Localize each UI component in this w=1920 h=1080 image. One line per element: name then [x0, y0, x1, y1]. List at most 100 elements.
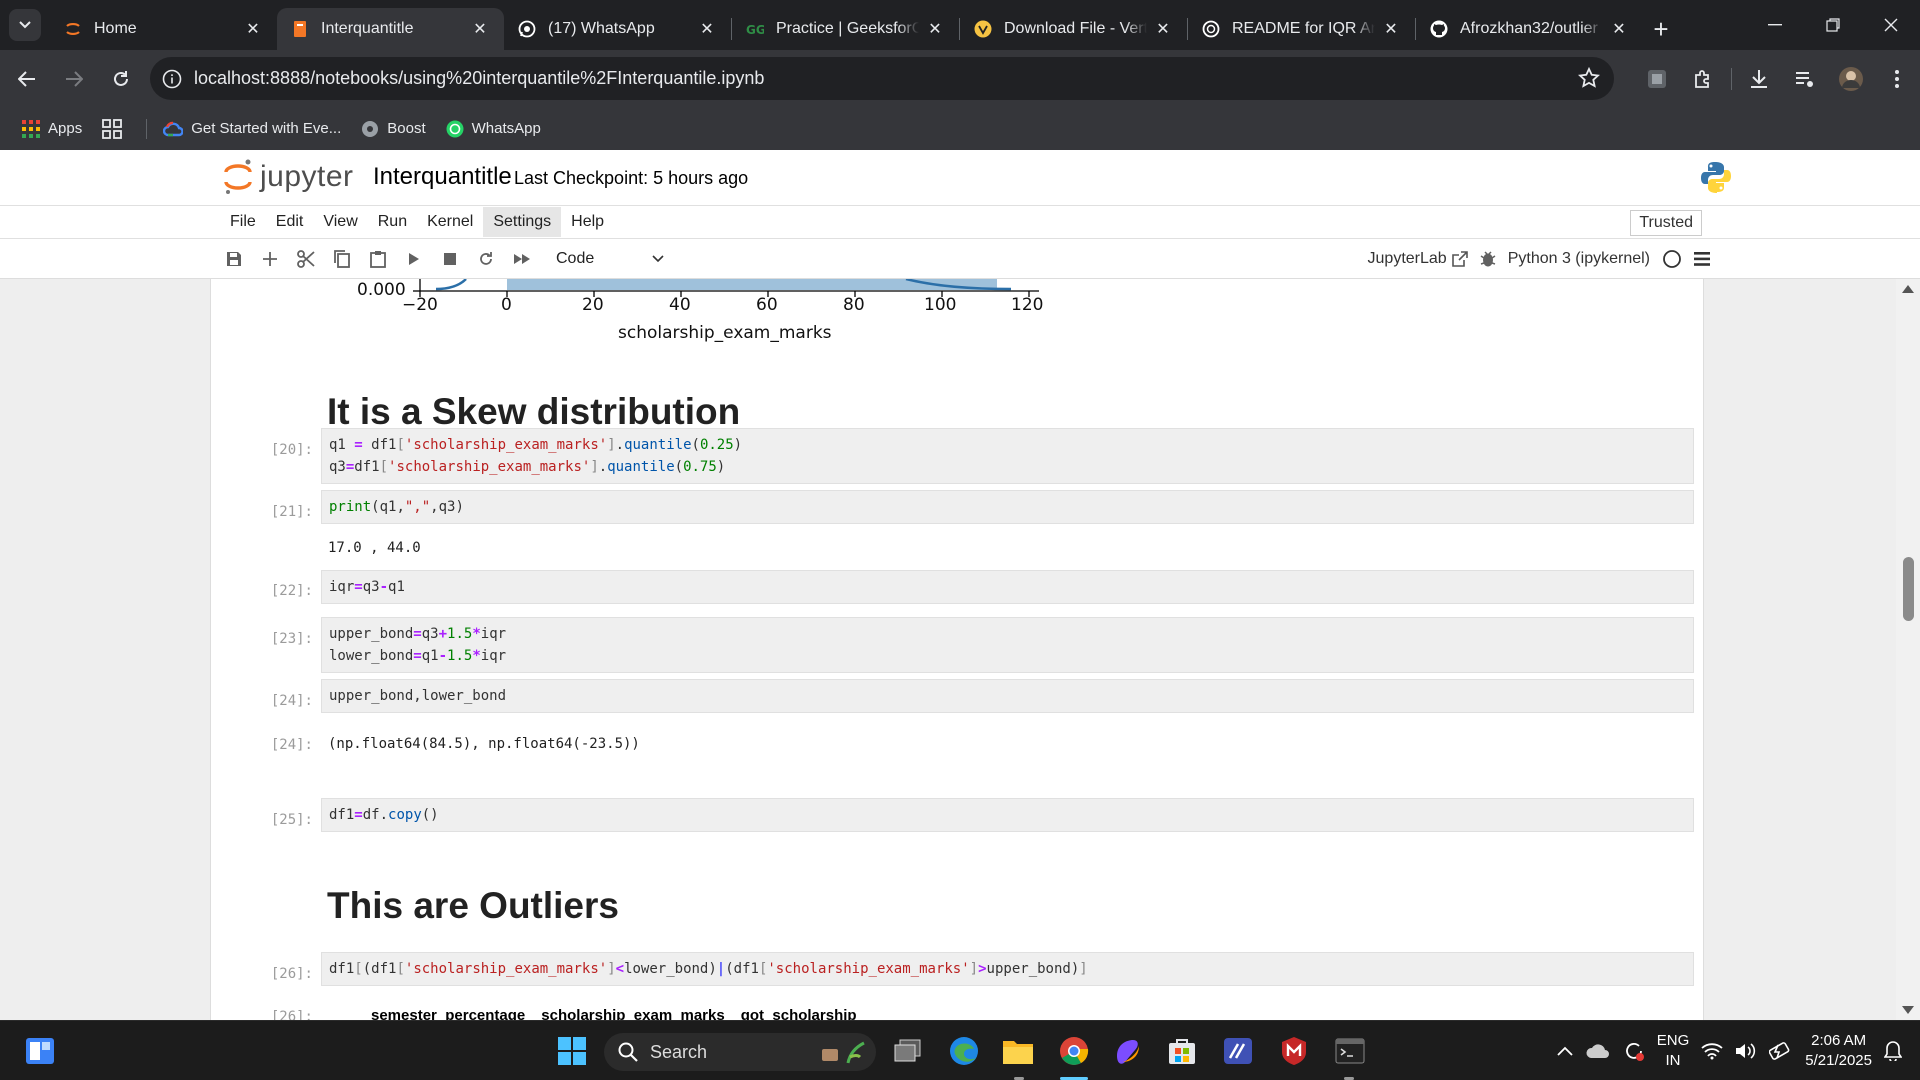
tab-github[interactable]: Afrozkhan32/outlier ✕: [1416, 8, 1643, 50]
sync-error-icon[interactable]: [1623, 1040, 1645, 1062]
forward-button[interactable]: [54, 59, 94, 99]
close-icon[interactable]: ✕: [1381, 19, 1401, 39]
file-explorer-icon[interactable]: [998, 1031, 1038, 1071]
clock-time: 2:06 AM: [1811, 1032, 1867, 1049]
column-header: semester_percentage: [371, 1007, 526, 1020]
close-icon[interactable]: ✕: [470, 19, 490, 39]
media-control-icon[interactable]: [1782, 59, 1828, 99]
tab-search-button[interactable]: [0, 0, 50, 50]
profile-avatar[interactable]: [1828, 59, 1874, 99]
show-hidden-icons-button[interactable]: [1557, 1046, 1573, 1056]
tab-vertopal[interactable]: Download File - Vertopal ✕: [960, 8, 1187, 50]
jupyter-logo[interactable]: jupyter: [224, 158, 354, 196]
browser-toolbar-right: [1634, 50, 1920, 107]
cut-button[interactable]: [288, 244, 324, 274]
info-icon[interactable]: [150, 69, 194, 89]
scroll-up-arrow-icon[interactable]: [1902, 285, 1914, 293]
run-button[interactable]: [396, 244, 432, 274]
menu-run[interactable]: Run: [368, 207, 417, 237]
minimize-button[interactable]: [1746, 0, 1804, 50]
scrollbar-thumb[interactable]: [1903, 557, 1914, 621]
kernel-name[interactable]: Python 3 (ipykernel): [1508, 250, 1650, 268]
jupyterlab-label: JupyterLab: [1367, 250, 1447, 267]
tab-geeksforgeeks[interactable]: GG Practice | GeeksforGeeks ✕: [732, 8, 959, 50]
code-editor[interactable]: upper_bond=q3+1.5*iqr lower_bond=q1-1.5*…: [321, 617, 1694, 673]
bookmark-apps[interactable]: Apps: [22, 119, 82, 138]
windows-start-icon[interactable]: [552, 1031, 592, 1071]
tab-groups-button[interactable]: [102, 118, 130, 139]
input-prompt: [20]:: [270, 442, 313, 458]
address-bar[interactable]: localhost:8888/notebooks/using%20interqu…: [150, 57, 1614, 100]
tab-home[interactable]: Home ✕: [50, 8, 277, 50]
cell-type-select[interactable]: Code: [556, 250, 664, 268]
code-editor[interactable]: df1[(df1['scholarship_exam_marks']<lower…: [321, 952, 1694, 986]
save-button[interactable]: [216, 244, 252, 274]
close-icon[interactable]: ✕: [243, 19, 263, 39]
code-editor[interactable]: df1=df.copy(): [321, 798, 1694, 832]
paste-button[interactable]: [360, 244, 396, 274]
extensions-puzzle-icon[interactable]: [1680, 59, 1726, 99]
close-icon[interactable]: ✕: [697, 19, 717, 39]
bookmark-boost[interactable]: Boost: [361, 120, 426, 138]
menu-edit[interactable]: Edit: [266, 207, 314, 237]
bookmark-google-cloud[interactable]: Get Started with Eve...: [163, 120, 341, 137]
bookmark-whatsapp[interactable]: WhatsApp: [446, 120, 541, 138]
trusted-indicator[interactable]: Trusted: [1630, 210, 1702, 236]
copy-button[interactable]: [324, 244, 360, 274]
menu-kernel[interactable]: Kernel: [417, 207, 483, 237]
menu-help[interactable]: Help: [561, 207, 614, 237]
edge-browser-icon[interactable]: [944, 1031, 984, 1071]
microsoft-store-icon[interactable]: [1162, 1031, 1202, 1071]
tab-whatsapp[interactable]: (17) WhatsApp ✕: [504, 8, 731, 50]
close-window-button[interactable]: [1862, 0, 1920, 50]
x-tick-label: 40: [669, 295, 691, 315]
hamburger-menu-icon[interactable]: [1694, 252, 1710, 266]
volume-icon[interactable]: [1735, 1042, 1757, 1060]
chrome-icon[interactable]: [1054, 1031, 1094, 1071]
code-editor[interactable]: iqr=q3-q1: [321, 570, 1694, 604]
vscode-like-icon[interactable]: [1218, 1031, 1258, 1071]
code-editor[interactable]: q1 = df1['scholarship_exam_marks'].quant…: [321, 428, 1694, 484]
notebook-scroll-area[interactable]: 0.000 −20 0 20 40 60 80 100 120 scholarship_exa…: [0, 279, 1920, 1020]
task-view-icon[interactable]: [888, 1031, 928, 1071]
cell-type-value: Code: [556, 249, 595, 267]
back-button[interactable]: [7, 59, 47, 99]
restart-button[interactable]: [468, 244, 504, 274]
code-editor[interactable]: print(q1,",",q3): [321, 490, 1694, 524]
extension-icon[interactable]: [1634, 59, 1680, 99]
debugger-icon[interactable]: [1480, 250, 1496, 268]
interrupt-button[interactable]: [432, 244, 468, 274]
widgets-icon[interactable]: [20, 1031, 60, 1071]
reload-button[interactable]: [101, 59, 141, 99]
copilot-icon[interactable]: [1108, 1031, 1148, 1071]
terminal-icon[interactable]: [1330, 1031, 1370, 1071]
wifi-icon[interactable]: [1701, 1042, 1723, 1060]
mcafee-icon[interactable]: [1274, 1031, 1314, 1071]
menu-file[interactable]: File: [220, 207, 266, 237]
close-icon[interactable]: ✕: [925, 19, 945, 39]
taskbar-search[interactable]: Search: [604, 1033, 876, 1071]
menu-view[interactable]: View: [313, 207, 367, 237]
notebook-title[interactable]: Interquantitle: [373, 163, 512, 191]
download-icon[interactable]: [1736, 59, 1782, 99]
input-language-indicator[interactable]: ENG IN: [1657, 1031, 1690, 1071]
system-clock[interactable]: 2:06 AM 5/21/2025: [1805, 1031, 1872, 1071]
restore-button[interactable]: [1804, 0, 1862, 50]
code-editor[interactable]: upper_bond,lower_bond: [321, 679, 1694, 713]
battery-charging-icon[interactable]: [1769, 1042, 1793, 1060]
scroll-down-arrow-icon[interactable]: [1902, 1006, 1914, 1014]
tab-readme[interactable]: README for IQR Analysis ✕: [1188, 8, 1415, 50]
open-jupyterlab-link[interactable]: JupyterLab: [1368, 250, 1468, 268]
new-tab-button[interactable]: +: [1643, 8, 1679, 50]
bookmark-star-icon[interactable]: [1577, 66, 1601, 94]
tab-interquantitle[interactable]: Interquantitle ✕: [277, 8, 504, 50]
notifications-bell-icon[interactable]: [1884, 1041, 1902, 1061]
more-options-icon[interactable]: [1874, 59, 1920, 99]
close-icon[interactable]: ✕: [1609, 19, 1629, 39]
insert-cell-button[interactable]: [252, 244, 288, 274]
restart-run-all-button[interactable]: [504, 244, 540, 274]
close-icon[interactable]: ✕: [1153, 19, 1173, 39]
vertical-scrollbar[interactable]: [1896, 279, 1920, 1020]
menu-settings[interactable]: Settings: [483, 207, 562, 237]
onedrive-icon[interactable]: [1585, 1042, 1611, 1060]
